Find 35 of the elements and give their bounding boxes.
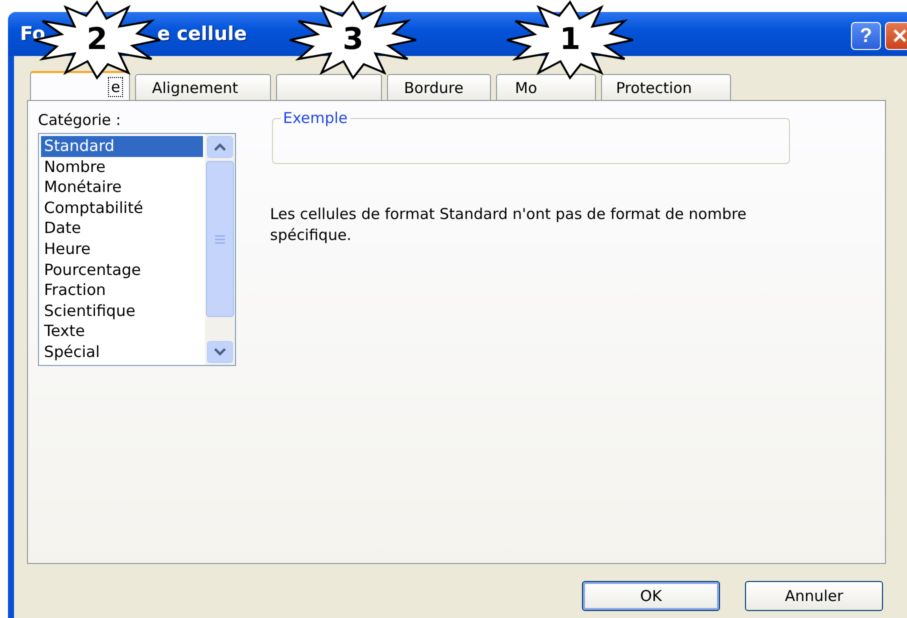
list-item[interactable]: Standard (41, 136, 203, 157)
category-list[interactable]: Standard Nombre Monétaire Comptabilité Date Heure Pourcentage Fraction Scientifique Texte Spécial (38, 133, 236, 366)
list-item[interactable]: Monétaire (41, 177, 203, 198)
tab[interactable] (276, 74, 382, 100)
list-item[interactable]: Texte (41, 321, 203, 342)
list-item[interactable]: Scientifique (41, 300, 203, 322)
list-item[interactable]: Fraction (41, 280, 203, 301)
tab[interactable]: Mo (496, 74, 596, 100)
list-item[interactable]: Spécial (41, 342, 203, 363)
callout-number: 3 (342, 23, 364, 57)
cancel-button[interactable]: Annuler (745, 581, 883, 611)
list-item[interactable]: Heure (41, 238, 203, 260)
scroll-up-button[interactable] (207, 136, 233, 158)
scroll-down-button[interactable] (207, 341, 233, 363)
chevron-up-icon (213, 142, 227, 152)
tab[interactable]: e (30, 71, 130, 100)
description-text: Les cellules de format Standard n'ont pas de format de nombre spécifique. (270, 204, 748, 246)
list-item[interactable]: Pourcentage (41, 260, 203, 280)
chevron-down-icon (213, 347, 227, 357)
category-label: Catégorie : (38, 111, 121, 129)
window-title: e cellule (157, 23, 247, 45)
ok-button[interactable]: OK (582, 581, 720, 611)
scroll-thumb[interactable] (206, 161, 234, 317)
help-button[interactable]: ? (851, 22, 881, 50)
list-item[interactable]: Nombre (41, 156, 203, 178)
callout-number: 1 (558, 23, 582, 57)
group-label: Exemple (281, 109, 350, 127)
list-item[interactable]: Date (41, 218, 203, 239)
grip-icon (215, 234, 225, 244)
tab[interactable]: Bordure (387, 74, 491, 100)
callout-number: 2 (86, 23, 108, 57)
list-item[interactable]: Comptabilité (41, 198, 203, 218)
tab[interactable]: Protection (601, 74, 731, 100)
close-button[interactable]: ✕ (885, 22, 907, 50)
tab[interactable]: Alignement (135, 74, 271, 100)
